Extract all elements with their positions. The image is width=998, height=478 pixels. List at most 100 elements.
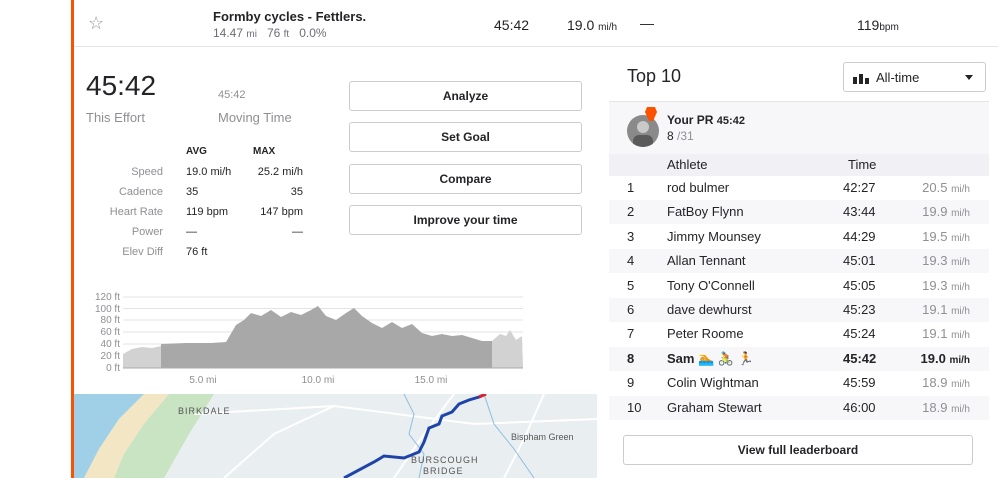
map-label-birkdale: BIRKDALE	[178, 406, 231, 416]
stat-label: Elev Diff	[122, 246, 163, 258]
x-tick-5mi: 5.0 mi	[189, 375, 216, 386]
elevation-area-before	[123, 346, 161, 368]
stat-row: Speed 19.0 mi/h 25.2 mi/h	[86, 166, 306, 182]
speed-cell: 19.5 mi/h	[922, 228, 970, 244]
set-goal-button[interactable]: Set Goal	[349, 122, 582, 152]
bar-chart-icon	[853, 74, 869, 84]
segment-power: —	[640, 15, 654, 31]
y-tick-100: 100 ft	[95, 304, 120, 315]
rank-cell: 6	[627, 302, 635, 317]
athlete-name-link[interactable]: Allan Tennant	[667, 253, 746, 268]
time-column-header: Time	[848, 157, 877, 172]
speed-cell: 19.1 mi/h	[922, 302, 970, 317]
stat-row: Heart Rate 119 bpm 147 bpm	[86, 206, 306, 222]
stat-avg: 19.0 mi/h	[186, 166, 232, 178]
stat-max: —	[292, 226, 303, 238]
table-row[interactable]: 6 dave dewhurst 45:23 19.1 mi/h	[609, 298, 989, 322]
segment-heart-rate: 119bpm	[857, 17, 899, 33]
table-row[interactable]: 7 Peter Roome 45:24 19.1 mi/h	[609, 322, 989, 346]
segment-row[interactable]: ☆ Formby cycles - Fettlers. 14.47 mi 76 …	[74, 0, 998, 47]
stat-max: 35	[290, 186, 303, 198]
y-tick-0: 0 ft	[106, 363, 120, 374]
time-cell[interactable]: 45:59	[843, 375, 876, 390]
athlete-name-link[interactable]: Jimmy Mounsey	[667, 229, 761, 244]
pr-badge-icon	[645, 107, 657, 121]
stat-label: Cadence	[118, 186, 163, 198]
rank-cell: 8	[627, 350, 635, 366]
leaderboard-header: Athlete Time	[609, 154, 989, 176]
stat-label: Power	[131, 226, 163, 238]
athlete-name-link[interactable]: Peter Roome	[667, 326, 744, 341]
personal-record-card: Your PR 45:42 8 /31	[609, 101, 989, 154]
athlete-column-header: Athlete	[667, 157, 708, 172]
table-row[interactable]: 9 Colin Wightman 45:59 18.9 mi/h	[609, 371, 989, 395]
route-line	[343, 394, 487, 478]
athlete-name-link[interactable]: dave dewhurst	[667, 302, 752, 317]
athlete-name-link[interactable]: FatBoy Flynn	[667, 204, 744, 219]
elevation-area-effort	[161, 306, 492, 368]
athlete-name-link[interactable]: rod bulmer	[667, 180, 729, 195]
segment-time: 45:42	[494, 17, 530, 33]
rank-cell: 5	[627, 277, 635, 293]
time-cell[interactable]: 45:23	[843, 302, 876, 317]
athlete-name-link[interactable]: Colin Wightman	[667, 375, 759, 390]
table-row[interactable]: 2 FatBoy Flynn 43:44 19.9 mi/h	[609, 200, 989, 225]
effort-elapsed-label: This Effort	[86, 110, 146, 125]
athlete-name-link[interactable]: Sam 🏊 🚴 🏃	[667, 351, 754, 367]
time-cell[interactable]: 44:29	[843, 229, 876, 244]
stat-row: Elev Diff 76 ft	[86, 246, 306, 262]
time-cell[interactable]: 46:00	[843, 400, 876, 415]
speed-cell: 18.9 mi/h	[922, 399, 970, 415]
compare-button[interactable]: Compare	[349, 164, 582, 194]
rank-cell: 7	[627, 326, 635, 342]
chevron-down-icon	[965, 75, 973, 80]
stat-max: 147 bpm	[260, 206, 303, 218]
leaderboard-filter-value: All-time	[876, 70, 920, 85]
leaderboard-filter-select[interactable]: All-time	[843, 62, 986, 92]
time-cell[interactable]: 45:01	[843, 253, 876, 268]
segment-grade: 0.0%	[299, 26, 327, 40]
elevation-area-after	[492, 330, 523, 368]
moving-time-label: Moving Time	[218, 110, 292, 125]
stat-avg: —	[186, 226, 197, 238]
rank-cell: 9	[627, 375, 635, 391]
x-tick-15mi: 15.0 mi	[415, 375, 448, 386]
pr-title: Your PR 45:42	[667, 113, 745, 127]
y-tick-60: 60 ft	[101, 327, 121, 338]
table-row[interactable]: 10 Graham Stewart 46:00 18.9 mi/h	[609, 395, 989, 420]
table-row[interactable]: 4 Allan Tennant 45:01 19.3 mi/h	[609, 249, 989, 274]
time-cell[interactable]: 45:42	[843, 351, 876, 366]
map-label-bispham-green: Bispham Green	[511, 432, 574, 442]
rank-cell: 2	[627, 204, 635, 220]
time-cell[interactable]: 43:44	[843, 204, 876, 219]
time-cell[interactable]: 45:24	[843, 326, 876, 341]
stat-label: Heart Rate	[109, 206, 163, 218]
star-icon[interactable]: ☆	[88, 13, 104, 34]
map-label-burscough-bridge: BRIDGE	[423, 466, 464, 476]
segment-elev: 76	[266, 26, 281, 40]
time-cell[interactable]: 42:27	[843, 180, 876, 195]
leaderboard-title: Top 10	[627, 66, 682, 86]
time-cell[interactable]: 45:05	[843, 278, 876, 293]
segment-name[interactable]: Formby cycles - Fettlers.	[213, 9, 366, 24]
athlete-name-link[interactable]: Tony O'Connell	[667, 278, 755, 293]
athlete-name-link[interactable]: Graham Stewart	[667, 400, 762, 415]
stat-avg: 119 bpm	[186, 206, 228, 218]
speed-cell: 19.3 mi/h	[922, 253, 970, 269]
rank-cell: 1	[627, 180, 635, 195]
stat-avg: 35	[186, 186, 199, 198]
view-full-leaderboard-button[interactable]: View full leaderboard	[623, 435, 973, 465]
segment-meta: 14.47 mi 76 ft 0.0%	[213, 26, 327, 40]
y-tick-20: 20 ft	[101, 351, 121, 362]
table-row[interactable]: 3 Jimmy Mounsey 44:29 19.5 mi/h	[609, 225, 989, 249]
moving-time-value: 45:42	[218, 89, 246, 101]
table-row[interactable]: 1 rod bulmer 42:27 20.5 mi/h	[609, 176, 989, 200]
table-row[interactable]: 5 Tony O'Connell 45:05 19.3 mi/h	[609, 274, 989, 298]
analyze-button[interactable]: Analyze	[349, 81, 582, 111]
elevation-profile-chart[interactable]: 120 ft 100 ft 80 ft 60 ft 40 ft 20 ft 0 …	[86, 288, 536, 388]
speed-cell: 20.5 mi/h	[922, 180, 970, 195]
table-row[interactable]: 8 Sam 🏊 🚴 🏃 45:42 19.0 mi/h	[609, 346, 989, 371]
improve-time-button[interactable]: Improve your time	[349, 205, 582, 235]
stat-row: Power — —	[86, 226, 306, 242]
segment-map[interactable]: BIRKDALE BURSCOUGH BRIDGE Bispham Green	[74, 394, 597, 478]
